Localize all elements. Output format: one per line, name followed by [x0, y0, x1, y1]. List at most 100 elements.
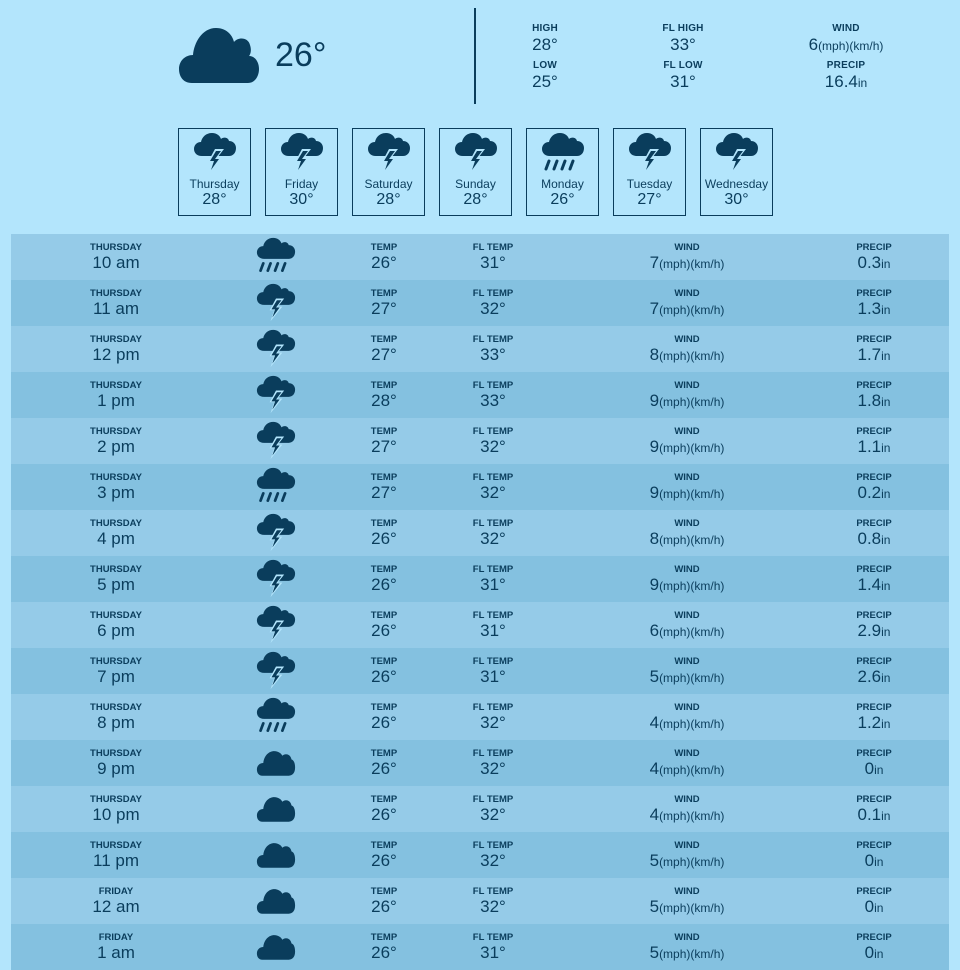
thunderstorm-icon	[367, 132, 411, 176]
row-fl-temp-value: 32°	[480, 529, 506, 548]
row-time: THURSDAY 4 pm	[46, 519, 186, 549]
row-day-label: THURSDAY	[90, 840, 142, 851]
row-wind-unit: (mph)(km/h)	[659, 901, 725, 915]
row-precip-value: 0in	[834, 897, 914, 918]
row-precip-label: PRECIP	[856, 656, 892, 667]
row-wind-label: WIND	[674, 886, 700, 897]
row-time: FRIDAY 1 am	[46, 933, 186, 963]
precip-unit: in	[857, 76, 868, 90]
row-day-label: THURSDAY	[90, 426, 142, 437]
day-card-saturday[interactable]: Saturday 28°	[352, 128, 425, 216]
row-temp: TEMP 27°	[344, 335, 424, 365]
thunderstorm-icon	[254, 605, 298, 645]
hourly-row: THURSDAY 11 am TEMP 27° FL TEMP 32° WIND 7(mph)…	[11, 280, 949, 326]
row-precip-number: 1.8	[857, 391, 882, 410]
row-precip-value: 1.8in	[834, 391, 914, 412]
row-fl-temp: FL TEMP 31°	[453, 657, 533, 687]
row-wind-label: WIND	[674, 932, 700, 943]
row-time-value: 11 pm	[93, 851, 139, 870]
row-precip: PRECIP 1.3in	[834, 289, 914, 320]
row-temp: TEMP 26°	[344, 518, 424, 549]
row-temp-label: TEMP	[370, 518, 398, 529]
row-precip-label: PRECIP	[856, 472, 892, 483]
row-precip-value: 1.4in	[834, 575, 914, 596]
thunderstorm-icon	[254, 651, 298, 691]
row-fl-temp-label: FL TEMP	[472, 288, 514, 299]
row-wind-unit: (mph)(km/h)	[659, 303, 725, 317]
hourly-row: THURSDAY 7 pm TEMP 26° FL TEMP 31° WIND 5(mph)(…	[11, 648, 949, 694]
row-precip-label: PRECIP	[856, 610, 892, 621]
row-temp: TEMP 26°	[344, 703, 424, 733]
row-fl-temp-value: 32°	[480, 299, 506, 318]
row-temp: TEMP 26°	[344, 610, 424, 641]
day-card-monday[interactable]: Monday 26°	[526, 128, 599, 216]
rain-icon	[254, 697, 298, 737]
row-fl-temp-label: FL TEMP	[472, 242, 514, 253]
row-temp-label: TEMP	[370, 886, 398, 897]
row-precip-value: 2.6in	[834, 667, 914, 688]
row-wind-value: 6(mph)(km/h)	[617, 621, 757, 642]
day-card-tuesday[interactable]: Tuesday 27°	[613, 128, 686, 216]
hourly-row: THURSDAY 3 pm TEMP 27° FL TEMP 32° WIND 9(mph)(…	[11, 464, 949, 510]
day-card-sunday[interactable]: Sunday 28°	[439, 128, 512, 216]
row-fl-temp-value: 31°	[480, 253, 506, 272]
hourly-row: THURSDAY 12 pm TEMP 27° FL TEMP 33° WIND 8(mph)…	[11, 326, 949, 372]
hourly-row: THURSDAY 5 pm TEMP 26° FL TEMP 31° WIND 9(mph)(…	[11, 556, 949, 602]
cloud-icon	[254, 789, 298, 829]
thunderstorm-icon	[280, 132, 324, 176]
day-card-friday[interactable]: Friday 30°	[265, 128, 338, 216]
row-wind-label: WIND	[674, 380, 700, 391]
stat-high-label: HIGH	[532, 23, 558, 34]
row-wind-value: 4(mph)(km/h)	[617, 713, 757, 734]
row-fl-temp: FL TEMP 32°	[453, 427, 533, 457]
hourly-forecast: THURSDAY 10 am TEMP 26° FL TEMP 31° WIND 7(mph)…	[11, 234, 949, 970]
row-precip: PRECIP 0.8in	[834, 519, 914, 550]
row-wind-value: 7(mph)(km/h)	[617, 253, 757, 274]
row-time-value: 5 pm	[97, 575, 135, 594]
row-wind: WIND 5(mph)(km/h)	[617, 933, 757, 964]
day-temp: 28°	[202, 191, 227, 208]
row-day-label: THURSDAY	[90, 610, 142, 621]
row-temp-value: 26°	[371, 851, 397, 870]
row-temp: TEMP 27°	[344, 427, 424, 457]
row-precip-unit: in	[881, 349, 891, 363]
row-temp-value: 26°	[371, 667, 397, 686]
row-fl-temp-value: 32°	[480, 437, 506, 456]
row-temp-label: TEMP	[370, 794, 398, 805]
row-fl-temp-label: FL TEMP	[472, 748, 514, 759]
row-precip-value: 1.1in	[834, 437, 914, 458]
row-day-label: THURSDAY	[90, 564, 142, 575]
row-day-label: THURSDAY	[90, 242, 142, 253]
row-temp: TEMP 27°	[344, 289, 424, 319]
thunderstorm-icon	[254, 559, 298, 599]
row-fl-temp: FL TEMP 33°	[453, 381, 533, 411]
row-wind-number: 4	[649, 713, 660, 732]
row-wind-number: 5	[649, 851, 660, 870]
row-wind: WIND 8(mph)(km/h)	[617, 519, 757, 550]
row-precip-label: PRECIP	[856, 840, 892, 851]
row-precip: PRECIP 0in	[834, 887, 914, 918]
row-precip-number: 0.1	[857, 805, 882, 824]
row-fl-temp-value: 33°	[480, 391, 506, 410]
stat-fl-low-value: 31°	[670, 72, 696, 91]
day-card-thursday[interactable]: Thursday 28°	[178, 128, 251, 216]
row-fl-temp-label: FL TEMP	[472, 886, 514, 897]
row-precip-label: PRECIP	[856, 380, 892, 391]
hourly-row: THURSDAY 11 pm TEMP 26° FL TEMP 32° WIND 5(mph)…	[11, 832, 949, 878]
row-precip-value: 0.8in	[834, 529, 914, 550]
day-name: Wednesday	[704, 177, 769, 191]
row-wind: WIND 9(mph)(km/h)	[617, 473, 757, 504]
row-precip-number: 0	[864, 759, 875, 778]
row-wind-label: WIND	[674, 518, 700, 529]
row-wind-number: 9	[649, 575, 660, 594]
row-wind-unit: (mph)(km/h)	[659, 257, 725, 271]
day-card-wednesday[interactable]: Wednesday 30°	[700, 128, 773, 216]
row-fl-temp: FL TEMP 31°	[453, 565, 533, 595]
row-time-value: 4 pm	[97, 529, 135, 548]
stat-low: LOW 25°	[475, 60, 615, 92]
row-precip: PRECIP 1.8in	[834, 381, 914, 412]
row-fl-temp-value: 31°	[480, 575, 506, 594]
row-temp-value: 26°	[371, 621, 397, 640]
row-temp-label: TEMP	[370, 610, 398, 621]
row-precip-unit: in	[881, 395, 891, 409]
